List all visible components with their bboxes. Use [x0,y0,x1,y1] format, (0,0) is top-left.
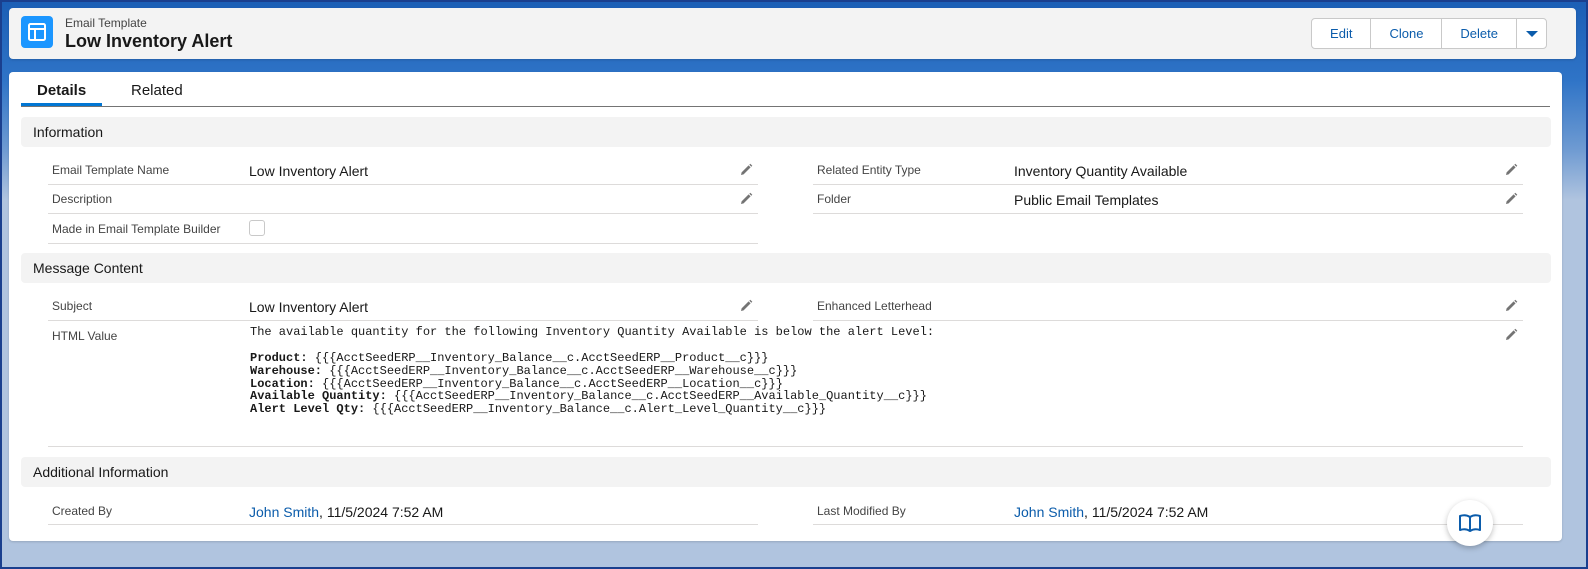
help-button[interactable] [1447,500,1493,546]
folder-label: Folder [817,192,852,206]
modified-by-value: John Smith, 11/5/2024 7:52 AM [1014,504,1208,520]
pencil-icon[interactable] [739,299,753,313]
clone-button[interactable]: Clone [1370,18,1443,49]
entity-type-label: Email Template [65,16,147,30]
tab-bar: Details Related [21,72,1550,107]
field-divider [48,446,1523,447]
folder-value: Public Email Templates [1014,192,1159,208]
modified-by-user-link[interactable]: John Smith [1014,504,1084,520]
pencil-icon[interactable] [739,192,753,206]
field-divider [48,184,758,185]
html-line-value: {{{AcctSeedERP__Inventory_Balance__c.Ale… [365,402,827,417]
chevron-down-icon [1525,30,1538,37]
more-actions-button[interactable] [1516,18,1547,49]
field-divider [813,213,1523,214]
record-detail-card: Details Related Information Email Templa… [9,72,1562,546]
record-header: Email Template Low Inventory Alert Edit … [9,8,1576,59]
letterhead-label: Enhanced Letterhead [817,299,932,313]
html-line-key: Alert Level Qty: [250,402,366,417]
created-by-user-link[interactable]: John Smith [249,504,319,520]
pencil-icon[interactable] [1504,299,1518,313]
pencil-icon[interactable] [1504,163,1518,177]
created-by-date: , 11/5/2024 7:52 AM [319,504,444,520]
template-name-value: Low Inventory Alert [249,163,369,179]
made-in-builder-label: Made in Email Template Builder [52,222,221,236]
field-divider [813,524,1523,525]
made-in-builder-checkbox [249,220,265,236]
description-label: Description [52,192,113,206]
book-icon [1459,514,1481,532]
field-divider [48,213,758,214]
created-by-value: John Smith, 11/5/2024 7:52 AM [249,504,443,520]
subject-label: Subject [52,299,93,313]
delete-button[interactable]: Delete [1441,18,1517,49]
active-tab-indicator [21,103,102,106]
field-divider [48,243,758,244]
html-value-line: Alert Level Qty: {{{AcctSeedERP__Invento… [250,403,826,416]
field-divider [48,524,758,525]
tab-related[interactable]: Related [131,82,183,99]
section-additional-information[interactable]: Additional Information [21,457,1551,487]
modified-by-label: Last Modified By [817,504,906,518]
record-actions: Edit Clone Delete [1311,18,1547,49]
field-divider [813,320,1523,321]
html-value-label: HTML Value [52,329,118,343]
page-title: Low Inventory Alert [65,31,233,51]
section-information[interactable]: Information [21,117,1551,147]
email-template-icon [21,16,53,48]
pencil-icon[interactable] [739,163,753,177]
subject-value: Low Inventory Alert [249,299,369,315]
pencil-icon[interactable] [1504,328,1518,342]
related-entity-label: Related Entity Type [817,163,921,177]
created-by-label: Created By [52,504,113,518]
tab-details[interactable]: Details [37,82,86,99]
template-name-label: Email Template Name [52,163,170,177]
pencil-icon[interactable] [1504,192,1518,206]
modified-by-date: , 11/5/2024 7:52 AM [1084,504,1209,520]
field-divider [48,320,758,321]
field-divider [813,184,1523,185]
section-message-content[interactable]: Message Content [21,253,1551,283]
edit-button[interactable]: Edit [1311,18,1372,49]
related-entity-value: Inventory Quantity Available [1014,163,1188,179]
html-value-intro: The available quantity for the following… [250,325,935,339]
